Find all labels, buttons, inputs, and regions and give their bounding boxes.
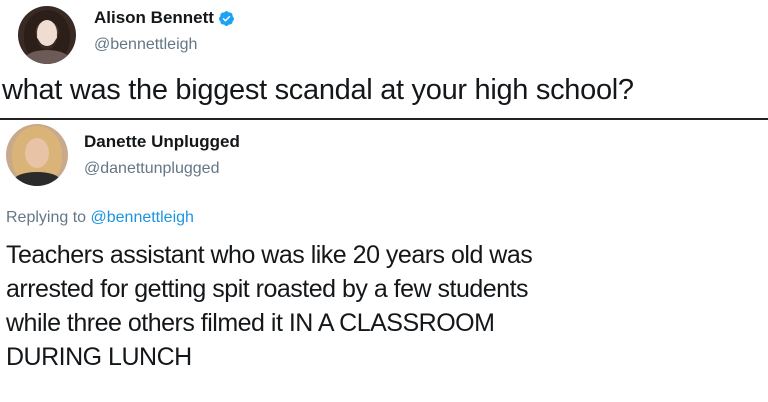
reply-author-avatar[interactable]	[6, 124, 68, 186]
reply-author-name[interactable]: Danette Unplugged	[84, 132, 240, 152]
divider	[0, 118, 768, 120]
reply-text: Teachers assistant who was like 20 years…	[6, 238, 761, 374]
author-avatar[interactable]	[18, 6, 76, 64]
replying-to-handle-link[interactable]: @bennettleigh	[91, 209, 194, 226]
reply-text-line: arrested for getting spit roasted by a f…	[6, 275, 529, 303]
author-handle[interactable]: @bennettleigh	[94, 36, 197, 54]
verified-badge-icon	[218, 10, 235, 27]
replying-to-label: Replying to	[6, 209, 87, 226]
avatar-face	[25, 138, 49, 168]
tweet-text: what was the biggest scandal at your hig…	[2, 74, 634, 106]
reply-text-line: while three others filmed it IN A CLASSR…	[6, 309, 495, 337]
reply-text-line: Teachers assistant who was like 20 years…	[6, 241, 533, 269]
reply-author-handle[interactable]: @danettunplugged	[84, 160, 219, 178]
avatar-face	[37, 20, 57, 46]
author-name-row: Alison Bennett	[94, 8, 235, 28]
avatar-shoulders	[14, 172, 60, 186]
avatar-shoulders	[24, 50, 70, 64]
replying-to: Replying to @bennettleigh	[6, 209, 194, 227]
original-tweet: Alison Bennett @bennettleigh what was th…	[0, 0, 768, 120]
reply-text-line: DURING LUNCH	[6, 343, 192, 371]
author-name[interactable]: Alison Bennett	[94, 8, 214, 28]
